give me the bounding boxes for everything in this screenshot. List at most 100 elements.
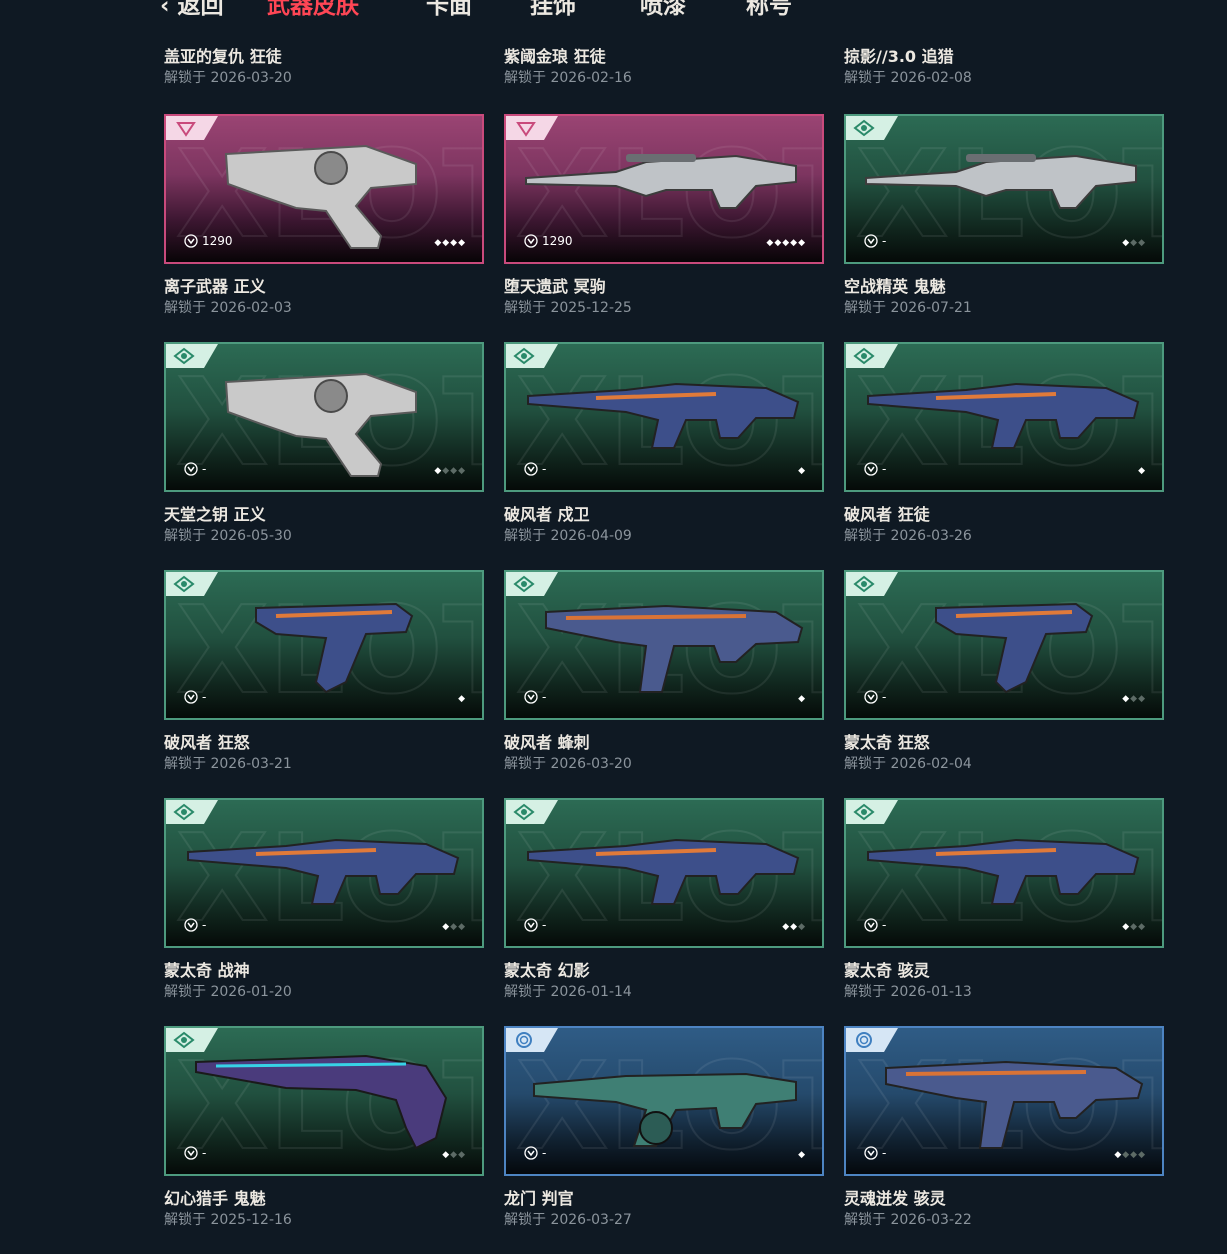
- skin-item: XLOT-◆◆◆蒙太奇 狂怒解锁于 2026-02-04: [844, 570, 1164, 798]
- skin-header: 掠影//3.0 追猎 解锁于 2026-02-08: [844, 44, 1164, 114]
- tab-titles[interactable]: 称号: [746, 0, 792, 18]
- skin-card[interactable]: XLOT-◆◆◆: [164, 798, 484, 948]
- skin-name: 天堂之钥 正义: [164, 505, 266, 524]
- level-diamond-icon: ◆: [798, 466, 806, 476]
- skin-card[interactable]: XLOT-◆◆◆: [844, 798, 1164, 948]
- valorant-points-icon: [524, 918, 538, 932]
- skin-name: 破风者 狂怒: [164, 733, 250, 752]
- skin-card[interactable]: XLOT-◆◆◆: [164, 1026, 484, 1176]
- price-value: -: [882, 918, 887, 932]
- skin-card[interactable]: XLOT-◆: [504, 1026, 824, 1176]
- skin-name: 离子武器 正义: [164, 277, 266, 296]
- level-diamond-icon: ◆: [450, 466, 459, 476]
- skin-name: 龙门 判官: [504, 1189, 574, 1208]
- upgrade-levels: ◆◆◆: [1122, 694, 1146, 704]
- price-tag: -: [864, 690, 886, 704]
- price-value: -: [542, 918, 547, 932]
- skin-card[interactable]: XLOT-◆: [164, 570, 484, 720]
- upgrade-levels: ◆◆◆: [782, 922, 806, 932]
- skin-item: XLOT1290◆◆◆◆◆堕天遗武 冥驹解锁于 2025-12-25: [504, 114, 824, 342]
- skin-name: 盖亚的复仇 狂徒: [164, 47, 282, 66]
- skin-unlock-date: 解锁于 2026-02-03: [164, 300, 292, 316]
- skin-unlock-date: 解锁于 2026-05-30: [164, 528, 292, 544]
- rifle-icon: [867, 838, 1140, 905]
- skin-card[interactable]: XLOT-◆: [504, 570, 824, 720]
- price-tag: -: [864, 918, 886, 932]
- level-diamond-icon: ◆: [458, 1150, 466, 1160]
- skin-card[interactable]: XLOT-◆: [504, 342, 824, 492]
- valorant-points-icon: [524, 234, 538, 248]
- price-value: -: [542, 1146, 547, 1160]
- price-tag: -: [524, 462, 546, 476]
- upgrade-levels: ◆◆◆◆: [1114, 1150, 1146, 1160]
- price-tag: -: [864, 462, 886, 476]
- valorant-points-icon: [524, 462, 538, 476]
- skin-card[interactable]: XLOT1290◆◆◆◆: [164, 114, 484, 264]
- level-diamond-icon: ◆: [1130, 1150, 1139, 1160]
- level-diamond-icon: ◆: [1130, 694, 1139, 704]
- valorant-points-icon: [864, 234, 878, 248]
- valorant-points-icon: [184, 1146, 198, 1160]
- skin-card[interactable]: XLOT-◆◆◆: [844, 570, 1164, 720]
- skin-card[interactable]: XLOT-◆: [844, 342, 1164, 492]
- level-diamond-icon: ◆: [1138, 694, 1146, 704]
- shotgun-icon: [533, 1072, 797, 1147]
- upgrade-levels: ◆◆◆◆: [434, 466, 466, 476]
- price-value: -: [542, 462, 547, 476]
- level-diamond-icon: ◆: [1130, 238, 1139, 248]
- pistol-icon: [935, 602, 1094, 694]
- skin-unlock-date: 解锁于 2026-02-04: [844, 756, 972, 772]
- price-tag: -: [524, 690, 546, 704]
- skin-grid: 盖亚的复仇 狂徒 解锁于 2026-03-20 紫阈金琅 狂徒 解锁于 2026…: [164, 44, 1164, 1254]
- upgrade-levels: ◆◆◆: [1122, 238, 1146, 248]
- price-tag: 1290: [184, 234, 233, 248]
- upgrade-levels: ◆◆◆◆◆: [766, 238, 806, 248]
- price-tag: -: [184, 918, 206, 932]
- skin-name: 紫阈金琅 狂徒: [504, 47, 606, 66]
- valorant-points-icon: [864, 690, 878, 704]
- skin-name: 蒙太奇 骇灵: [844, 961, 930, 980]
- skin-item: XLOT-◆破风者 狂怒解锁于 2026-03-21: [164, 570, 484, 798]
- sniper-rifle-icon: [865, 154, 1137, 209]
- skin-card[interactable]: XLOT-◆◆◆◆: [164, 342, 484, 492]
- price-value: 1290: [202, 234, 233, 248]
- level-diamond-icon: ◆: [442, 238, 451, 248]
- rifle-icon: [867, 382, 1140, 449]
- price-value: -: [542, 690, 547, 704]
- upgrade-levels: ◆: [1138, 466, 1146, 476]
- level-diamond-icon: ◆: [1122, 1150, 1131, 1160]
- tab-sprays[interactable]: 喷漆: [640, 0, 686, 18]
- level-diamond-icon: ◆: [1122, 238, 1131, 248]
- upgrade-levels: ◆: [798, 1150, 806, 1160]
- tab-buddies[interactable]: 挂饰: [530, 0, 576, 18]
- back-button[interactable]: ‹ 返回: [160, 0, 224, 18]
- skin-name: 掠影//3.0 追猎: [844, 47, 954, 66]
- skin-card[interactable]: XLOT1290◆◆◆◆◆: [504, 114, 824, 264]
- tab-weapon-skins[interactable]: 武器皮肤: [267, 0, 359, 18]
- level-diamond-icon: ◆: [1138, 238, 1146, 248]
- skin-name: 空战精英 鬼魅: [844, 277, 946, 296]
- tab-player-cards[interactable]: 卡面: [426, 0, 472, 18]
- price-tag: -: [184, 1146, 206, 1160]
- level-diamond-icon: ◆: [790, 922, 799, 932]
- skin-item: XLOT-◆破风者 狂徒解锁于 2026-03-26: [844, 342, 1164, 570]
- upgrade-levels: ◆◆◆: [1122, 922, 1146, 932]
- price-value: -: [882, 234, 887, 248]
- skin-card[interactable]: XLOT-◆◆◆: [844, 114, 1164, 264]
- skin-item: XLOT-◆◆◆蒙太奇 幻影解锁于 2026-01-14: [504, 798, 824, 1026]
- level-diamond-icon: ◆: [1138, 1150, 1146, 1160]
- level-diamond-icon: ◆: [442, 922, 451, 932]
- price-tag: -: [864, 1146, 886, 1160]
- skin-card[interactable]: XLOT-◆◆◆: [504, 798, 824, 948]
- level-diamond-icon: ◆: [798, 922, 806, 932]
- skin-unlock-date: 解锁于 2026-02-08: [844, 70, 972, 86]
- skin-unlock-date: 解锁于 2026-04-09: [504, 528, 632, 544]
- skin-name: 破风者 狂徒: [844, 505, 930, 524]
- rifle-icon: [527, 382, 800, 449]
- level-diamond-icon: ◆: [442, 1150, 451, 1160]
- skin-unlock-date: 解锁于 2026-03-26: [844, 528, 972, 544]
- valorant-points-icon: [184, 918, 198, 932]
- skin-unlock-date: 解锁于 2026-02-16: [504, 70, 632, 86]
- skin-unlock-date: 解锁于 2026-07-21: [844, 300, 972, 316]
- skin-card[interactable]: XLOT-◆◆◆◆: [844, 1026, 1164, 1176]
